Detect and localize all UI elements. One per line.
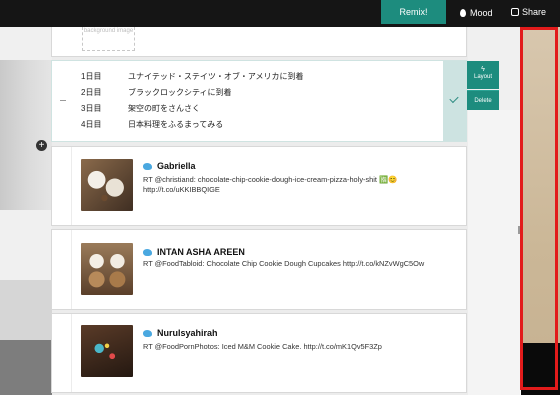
- itinerary-row: 2日目 ブラックロックシティに到着: [81, 87, 232, 98]
- tweet-header: INTAN ASHA AREEN: [143, 247, 245, 257]
- collapse-handle-icon[interactable]: [60, 100, 66, 101]
- left-background-bottom: [0, 340, 52, 395]
- layout-button[interactable]: ϟ Layout: [467, 61, 499, 89]
- itinerary-day: 2日目: [81, 88, 102, 97]
- itinerary-list: 1日目 ユナイテッド・ステイツ・オブ・アメリカに到着 2日目 ブラックロックシテ…: [52, 61, 442, 141]
- itinerary-text: ユナイテッド・ステイツ・オブ・アメリカに到着: [128, 72, 304, 81]
- highlight-frame: [520, 27, 558, 390]
- itinerary-row: 4日目 日本料理をふるまってみる: [81, 119, 223, 130]
- itinerary-text: 架空の町をさんさく: [128, 104, 200, 113]
- top-toolbar: Remix! Mood Share: [0, 0, 560, 27]
- card-gutter: [52, 314, 72, 392]
- share-label: Share: [522, 7, 547, 17]
- twitter-bird-icon: [143, 248, 152, 256]
- itinerary-text: ブラックロックシティに到着: [128, 88, 232, 97]
- mood-button[interactable]: Mood: [460, 6, 493, 20]
- itinerary-row: 3日目 架空の町をさんさく: [81, 103, 200, 114]
- tweet-author: INTAN ASHA AREEN: [157, 247, 245, 257]
- tweet-thumbnail: [81, 159, 133, 211]
- tweet-header: Nurulsyahirah: [143, 328, 218, 338]
- delete-button[interactable]: Delete: [467, 90, 499, 110]
- itinerary-day: 4日目: [81, 120, 102, 129]
- tweet-card[interactable]: INTAN ASHA AREEN RT @FoodTabloid: Chocol…: [51, 229, 467, 310]
- itinerary-card[interactable]: 1日目 ユナイテッド・ステイツ・オブ・アメリカに到着 2日目 ブラックロックシテ…: [51, 60, 467, 142]
- left-background-photo: [0, 60, 52, 210]
- tweet-thumbnail: [81, 243, 133, 295]
- selection-strip[interactable]: [443, 61, 467, 141]
- tweet-card[interactable]: Gabriella RT @christiand: chocolate-chip…: [51, 146, 467, 226]
- tweet-text: RT @FoodPornPhotos: Iced M&M Cookie Cake…: [143, 342, 382, 351]
- right-background-strip: [468, 110, 520, 395]
- tweet-card[interactable]: Nurulsyahirah RT @FoodPornPhotos: Iced M…: [51, 313, 467, 393]
- remix-button[interactable]: Remix!: [381, 0, 446, 24]
- tweet-thumbnail: [81, 325, 133, 377]
- itinerary-day: 1日目: [81, 72, 102, 81]
- tweet-text: RT @christiand: chocolate-chip-cookie-do…: [143, 175, 398, 194]
- tweet-text: RT @FoodTabloid: Chocolate Chip Cookie D…: [143, 259, 425, 268]
- itinerary-text: 日本料理をふるまってみる: [128, 120, 224, 129]
- twitter-bird-icon: [143, 162, 152, 170]
- bolt-icon: ϟ: [481, 66, 485, 73]
- tweet-author: Gabriella: [157, 161, 196, 171]
- share-button[interactable]: Share: [511, 5, 546, 19]
- itinerary-row: 1日目 ユナイテッド・ステイツ・オブ・アメリカに到着: [81, 71, 303, 82]
- card-gutter: [52, 230, 72, 309]
- layout-label: Layout: [473, 74, 492, 80]
- background-card: background image: [51, 27, 467, 57]
- tweet-header: Gabriella: [143, 161, 196, 171]
- add-block-icon[interactable]: +: [36, 140, 47, 151]
- left-background-band: [0, 280, 52, 340]
- check-icon: [449, 93, 459, 104]
- twitter-bird-icon: [143, 329, 152, 337]
- card-gutter: [52, 147, 72, 225]
- drop-icon: [460, 9, 466, 17]
- share-icon: [511, 8, 519, 16]
- itinerary-day: 3日目: [81, 104, 102, 113]
- tweet-author: Nurulsyahirah: [157, 328, 218, 338]
- background-image-placeholder[interactable]: background image: [82, 27, 135, 51]
- mood-label: Mood: [470, 8, 493, 18]
